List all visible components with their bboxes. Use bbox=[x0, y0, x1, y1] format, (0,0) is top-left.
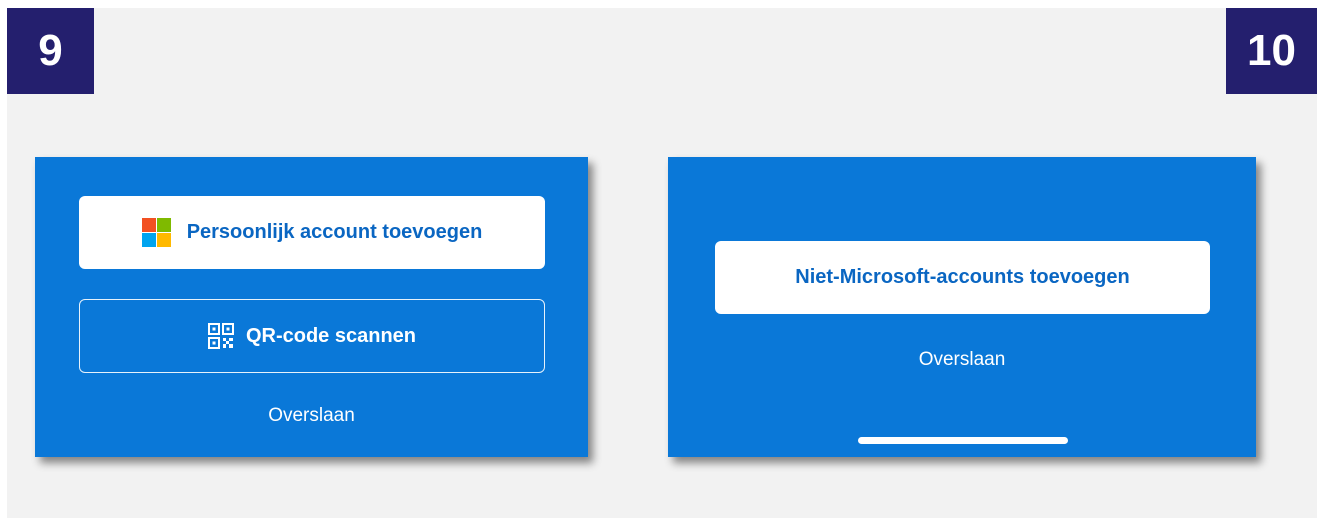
scan-qr-code-label: QR-code scannen bbox=[245, 324, 417, 347]
microsoft-logo-icon bbox=[141, 218, 171, 247]
add-personal-account-button[interactable]: Persoonlijk account toevoegen bbox=[79, 196, 545, 269]
skip-link[interactable]: Overslaan bbox=[668, 349, 1256, 371]
scan-qr-code-button[interactable]: QR-code scannen bbox=[79, 299, 545, 373]
qr-code-icon bbox=[207, 323, 234, 349]
step-badge-9: 9 bbox=[7, 8, 94, 94]
add-personal-account-label: Persoonlijk account toevoegen bbox=[186, 221, 483, 243]
add-non-microsoft-accounts-button[interactable]: Niet-Microsoft-accounts toevoegen bbox=[715, 241, 1210, 314]
step-number-right: 10 bbox=[1247, 26, 1296, 75]
screen-step-9: Persoonlijk account toevoegen QR-code sc… bbox=[35, 157, 588, 457]
step-badge-10: 10 bbox=[1226, 8, 1317, 94]
add-non-microsoft-accounts-label: Niet-Microsoft-accounts toevoegen bbox=[795, 266, 1130, 288]
skip-link[interactable]: Overslaan bbox=[35, 405, 588, 427]
step-number-left: 9 bbox=[38, 26, 63, 75]
home-indicator-bar bbox=[858, 437, 1068, 444]
screen-step-10: Niet-Microsoft-accounts toevoegen Oversl… bbox=[668, 157, 1256, 457]
